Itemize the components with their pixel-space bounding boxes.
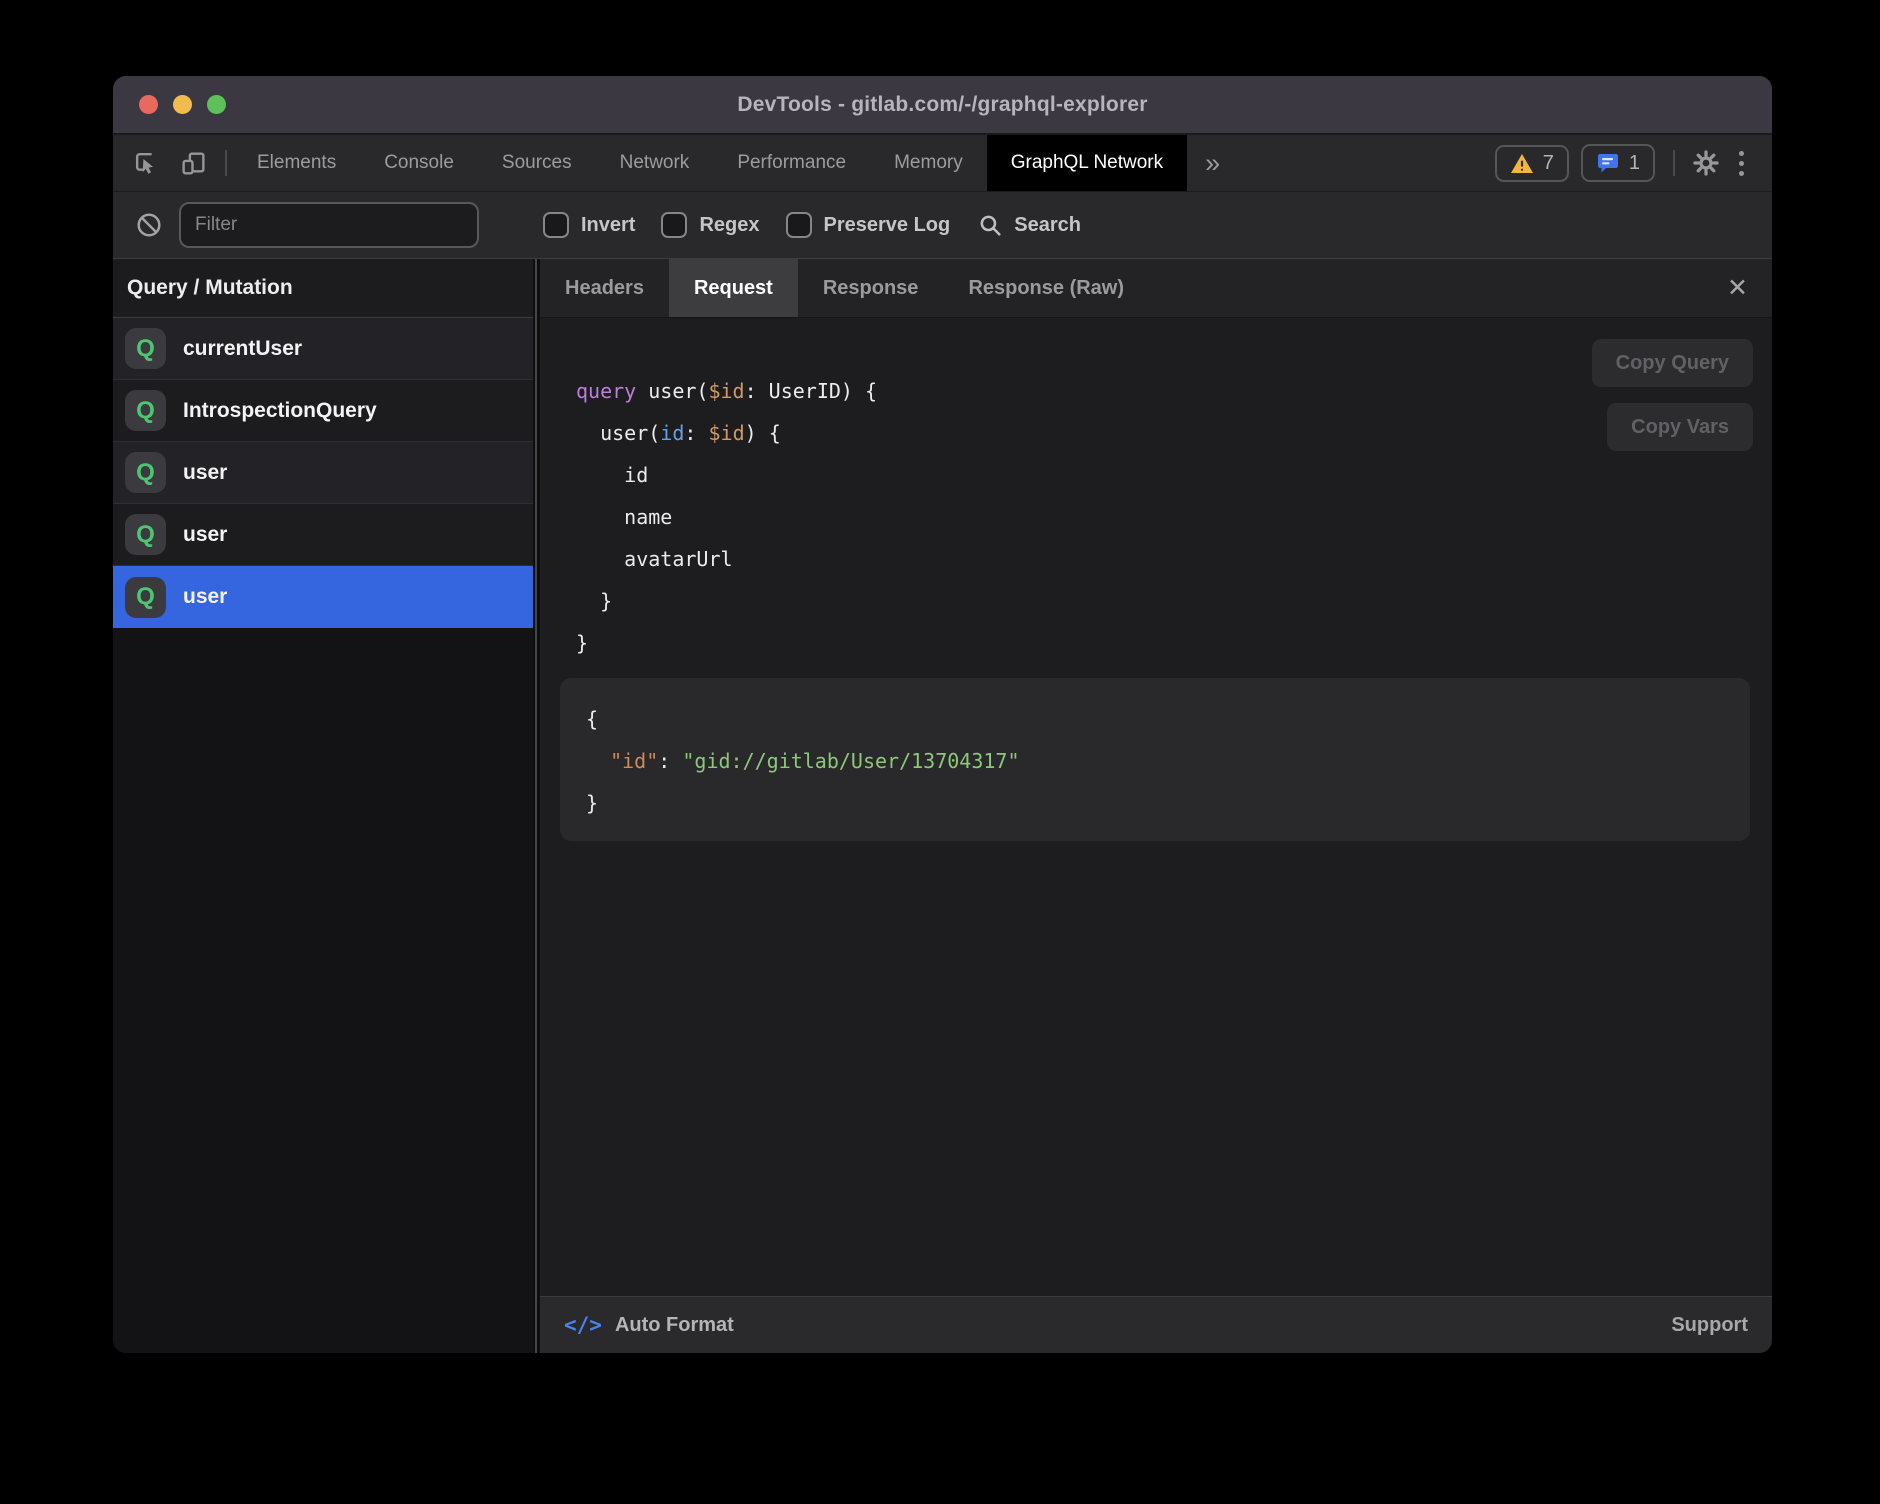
tab-memory[interactable]: Memory xyxy=(870,135,987,191)
detail-tabs: Headers Request Response Response (Raw) … xyxy=(540,259,1772,318)
tab-performance[interactable]: Performance xyxy=(713,135,870,191)
query-list-header: Query / Mutation xyxy=(113,259,533,318)
tab-sources[interactable]: Sources xyxy=(478,135,596,191)
copy-query-button[interactable]: Copy Query xyxy=(1592,339,1753,387)
traffic-lights xyxy=(139,76,226,133)
invert-checkbox-group[interactable]: Invert xyxy=(543,212,635,238)
list-item-label: IntrospectionQuery xyxy=(183,399,377,423)
tab-network[interactable]: Network xyxy=(596,135,714,191)
panel-resize-divider[interactable] xyxy=(533,259,540,1353)
warnings-count: 7 xyxy=(1543,152,1554,175)
devtools-toolbar: Elements Console Sources Network Perform… xyxy=(113,133,1772,191)
tab-elements[interactable]: Elements xyxy=(233,135,360,191)
tab-request[interactable]: Request xyxy=(669,259,798,317)
devtools-window: DevTools - gitlab.com/-/graphql-explorer… xyxy=(113,76,1772,1353)
preserve-log-label: Preserve Log xyxy=(824,214,951,237)
tab-graphql-network[interactable]: GraphQL Network xyxy=(987,135,1187,191)
invert-label: Invert xyxy=(581,214,635,237)
query-variables-code: { "id": "gid://gitlab/User/13704317"} xyxy=(586,698,1724,824)
query-type-badge: Q xyxy=(125,452,166,493)
search-label: Search xyxy=(1014,214,1081,237)
panel-footer: </> Auto Format Support xyxy=(540,1296,1772,1353)
issues-count: 1 xyxy=(1629,152,1640,175)
desktop: { "window": { "title": "DevTools - gitla… xyxy=(0,0,1880,1504)
tab-response[interactable]: Response xyxy=(798,259,944,317)
toolbar-spacer xyxy=(1238,135,1495,191)
more-tabs-icon[interactable]: » xyxy=(1187,135,1238,191)
message-icon xyxy=(1596,151,1620,175)
query-type-badge: Q xyxy=(125,577,166,618)
list-item-label: currentUser xyxy=(183,337,302,361)
graphql-query-code: query user($id: UserID) { user(id: $id) … xyxy=(576,370,1752,664)
preserve-log-checkbox[interactable] xyxy=(786,212,812,238)
filter-input[interactable] xyxy=(179,202,479,248)
regex-label: Regex xyxy=(699,214,759,237)
toolbar-right-separator xyxy=(1673,150,1675,176)
device-toolbar-icon[interactable] xyxy=(180,150,207,177)
tab-headers[interactable]: Headers xyxy=(540,259,669,317)
close-panel-icon[interactable]: ✕ xyxy=(1703,259,1772,317)
query-type-badge: Q xyxy=(125,514,166,555)
toolbar-separator xyxy=(225,150,227,176)
minimize-window-button[interactable] xyxy=(173,95,192,114)
query-variables-box: { "id": "gid://gitlab/User/13704317"} xyxy=(560,678,1750,841)
request-content: Copy Query Copy Vars query user($id: Use… xyxy=(540,318,1772,1296)
request-detail-panel: Headers Request Response Response (Raw) … xyxy=(540,259,1772,1353)
warning-icon xyxy=(1510,153,1534,174)
tab-console[interactable]: Console xyxy=(360,135,478,191)
auto-format-button[interactable]: Auto Format xyxy=(615,1314,734,1337)
copy-vars-button[interactable]: Copy Vars xyxy=(1607,403,1753,451)
inspect-element-icon[interactable] xyxy=(133,150,160,177)
title-bar: DevTools - gitlab.com/-/graphql-explorer xyxy=(113,76,1772,133)
zoom-window-button[interactable] xyxy=(207,95,226,114)
toolbar-left-icons xyxy=(113,135,219,191)
code-format-icon: </> xyxy=(564,1313,602,1337)
query-type-badge: Q xyxy=(125,390,166,431)
more-options-icon[interactable] xyxy=(1731,151,1752,176)
search-icon xyxy=(978,213,1003,238)
tab-response-raw[interactable]: Response (Raw) xyxy=(943,259,1149,317)
list-item-label: user xyxy=(183,461,227,485)
list-item-user-1[interactable]: Q user xyxy=(113,442,533,504)
query-list-sidebar: Query / Mutation Q currentUser Q Introsp… xyxy=(113,259,533,1353)
warnings-badge[interactable]: 7 xyxy=(1495,145,1569,182)
settings-gear-icon[interactable] xyxy=(1693,150,1719,176)
query-type-badge: Q xyxy=(125,328,166,369)
list-item-current-user[interactable]: Q currentUser xyxy=(113,318,533,380)
close-window-button[interactable] xyxy=(139,95,158,114)
panel-tabs: Elements Console Sources Network Perform… xyxy=(233,135,1238,191)
filter-bar: Invert Regex Preserve Log Search xyxy=(113,191,1772,259)
window-title: DevTools - gitlab.com/-/graphql-explorer xyxy=(113,93,1772,117)
support-link[interactable]: Support xyxy=(1671,1314,1748,1337)
regex-checkbox-group[interactable]: Regex xyxy=(661,212,759,238)
preserve-log-checkbox-group[interactable]: Preserve Log xyxy=(786,212,951,238)
search-button[interactable]: Search xyxy=(978,213,1081,238)
list-item-user-2[interactable]: Q user xyxy=(113,504,533,566)
invert-checkbox[interactable] xyxy=(543,212,569,238)
list-item-label: user xyxy=(183,523,227,547)
toolbar-right: 7 1 xyxy=(1495,135,1772,191)
main-area: Query / Mutation Q currentUser Q Introsp… xyxy=(113,259,1772,1353)
list-item-user-3-selected[interactable]: Q user xyxy=(113,566,533,628)
list-item-introspection-query[interactable]: Q IntrospectionQuery xyxy=(113,380,533,442)
clear-icon[interactable] xyxy=(135,211,163,239)
list-item-label: user xyxy=(183,585,227,609)
regex-checkbox[interactable] xyxy=(661,212,687,238)
issues-badge[interactable]: 1 xyxy=(1581,144,1655,182)
